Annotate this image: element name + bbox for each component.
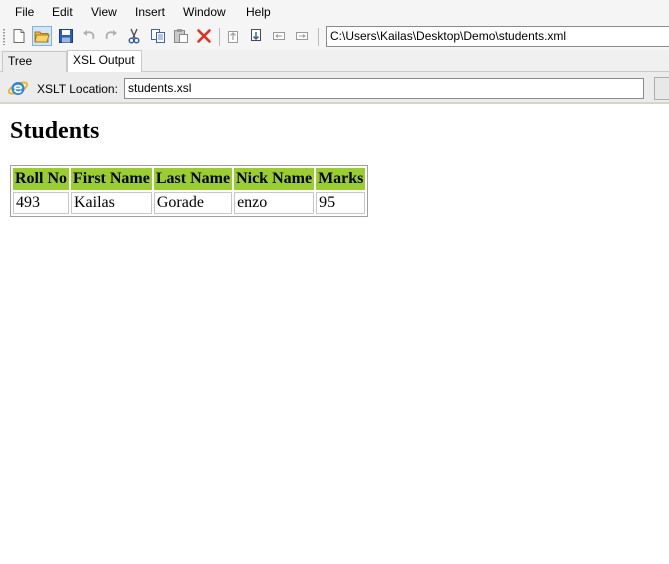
redo-icon (105, 30, 117, 40)
cell-first-name: Kailas (71, 192, 152, 214)
xslt-location-label: XSLT Location: (37, 82, 118, 96)
internet-explorer-icon (7, 81, 29, 95)
paste-clipboard-icon (174, 29, 188, 43)
undo-icon (83, 30, 95, 40)
menu-edit[interactable]: Edit (52, 5, 73, 19)
tab-tree-view[interactable]: Tree View (2, 51, 67, 87)
move-up-icon (228, 31, 238, 43)
cell-nick-name: enzo (234, 192, 315, 214)
column-header-nick-name: Nick Name (234, 168, 315, 190)
table-row: 493 Kailas Gorade enzo 95 (13, 192, 366, 214)
move-down-icon (251, 29, 261, 41)
xslt-location-bar: XSLT Location: students.xsl (0, 72, 669, 104)
page-title: Students (10, 118, 100, 144)
undo-button[interactable] (79, 26, 99, 46)
toolbar-separator (219, 28, 220, 46)
toolbar: C:\Users\Kailas\Desktop\Demo\students.xm… (0, 24, 669, 50)
delete-button[interactable] (194, 26, 214, 46)
menu-insert[interactable]: Insert (135, 5, 165, 19)
paste-button[interactable] (171, 26, 191, 46)
menu-window[interactable]: Window (183, 5, 226, 19)
scissors-icon (128, 28, 140, 44)
copy-button[interactable] (148, 26, 168, 46)
move-up-button[interactable] (223, 26, 243, 46)
copy-icon (151, 29, 165, 43)
menu-file[interactable]: File (15, 5, 34, 19)
collapse-button[interactable] (269, 26, 289, 46)
column-header-last-name: Last Name (153, 168, 233, 190)
table-header-row: Roll No First Name Last Name Nick Name M… (13, 168, 366, 190)
open-file-button[interactable] (32, 26, 52, 46)
cut-button[interactable] (124, 26, 144, 46)
save-disk-icon (59, 29, 73, 43)
cell-roll-no: 493 (13, 192, 69, 214)
redo-button[interactable] (101, 26, 121, 46)
menu-help[interactable]: Help (246, 5, 271, 19)
menu-bar: File Edit View Insert Window Help (0, 0, 669, 24)
new-file-button[interactable] (9, 26, 29, 46)
cell-last-name: Gorade (153, 192, 233, 214)
students-table: Roll No First Name Last Name Nick Name M… (10, 165, 369, 217)
expand-button[interactable] (292, 26, 312, 46)
expand-icon (296, 32, 308, 40)
delete-x-icon (197, 29, 211, 43)
file-path-input[interactable]: C:\Users\Kailas\Desktop\Demo\students.xm… (326, 26, 669, 47)
column-header-first-name: First Name (71, 168, 152, 190)
column-header-marks: Marks (316, 168, 366, 190)
toolbar-separator (318, 28, 319, 46)
save-button[interactable] (56, 26, 76, 46)
xsl-output-pane: Students Roll No First Name Last Name Ni… (0, 104, 669, 564)
open-folder-icon (34, 31, 50, 43)
menu-view[interactable]: View (91, 5, 117, 19)
new-file-icon (13, 29, 25, 43)
view-tabs: Tree View XSL Output (0, 50, 669, 87)
toolbar-grip[interactable] (3, 29, 5, 45)
browse-xslt-button[interactable] (654, 77, 669, 100)
collapse-icon (273, 32, 285, 40)
tab-xsl-output[interactable]: XSL Output (67, 50, 142, 72)
cell-marks: 95 (316, 192, 366, 214)
move-down-button[interactable] (246, 26, 266, 46)
xslt-location-input[interactable]: students.xsl (124, 78, 644, 99)
column-header-roll-no: Roll No (13, 168, 69, 190)
